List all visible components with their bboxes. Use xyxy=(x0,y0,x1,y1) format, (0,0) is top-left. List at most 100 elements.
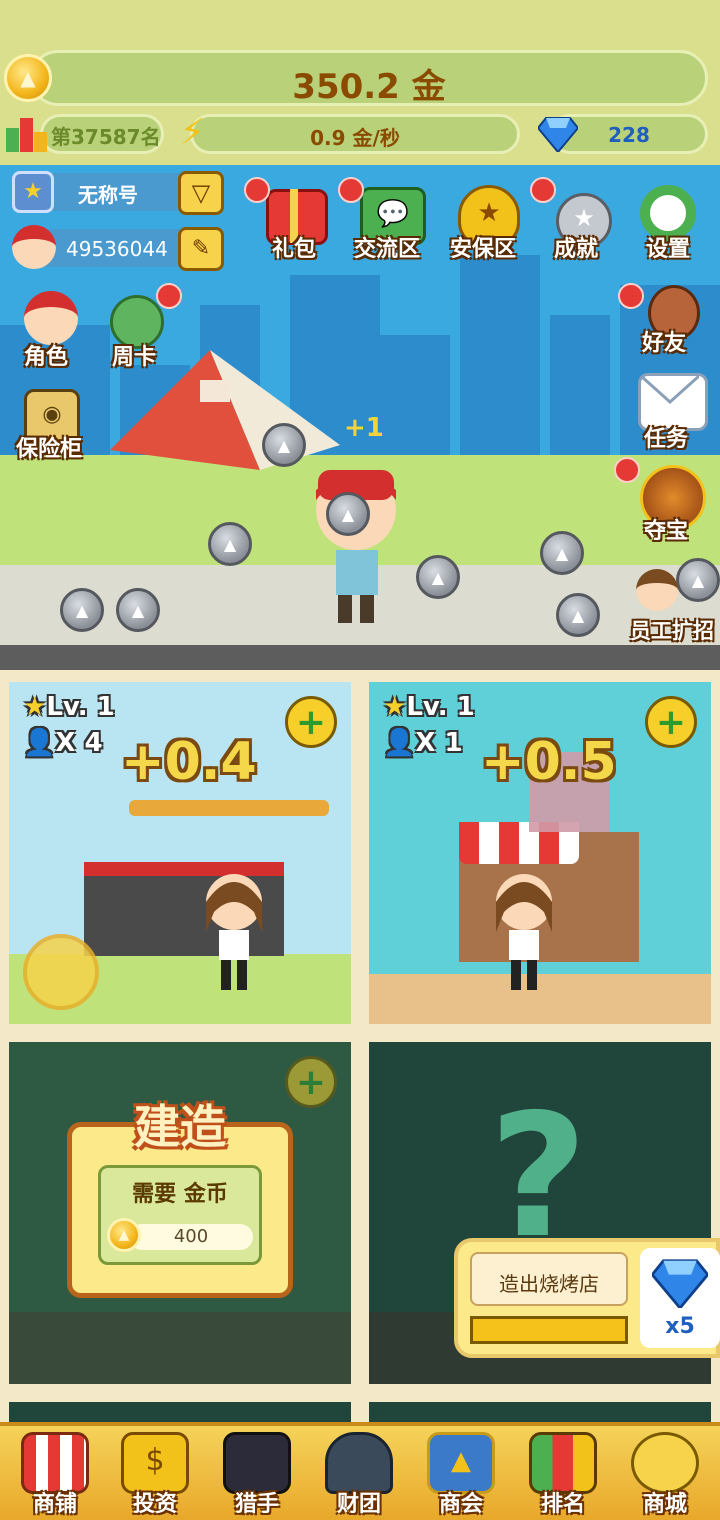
notification-badge xyxy=(156,283,182,309)
gold-amount: 350.2 金 xyxy=(292,67,446,107)
weekly-card-label: 周卡 xyxy=(112,345,157,370)
income-rate: 0.9 金/秒 xyxy=(310,126,400,150)
road-edge xyxy=(0,645,720,670)
rank-text: 第37587名 xyxy=(51,125,161,149)
shop-level: ★Lv. 1 xyxy=(383,692,475,722)
notification-badge xyxy=(618,283,644,309)
edit-name-button[interactable]: ✎ xyxy=(178,227,224,271)
nav-chamber[interactable]: ▲ 商会 xyxy=(418,1432,504,1518)
gem-reward-count: x5 xyxy=(665,1314,695,1339)
goal-label: 造出烧烤店 xyxy=(499,1272,599,1296)
title-badge-icon: ★ xyxy=(12,171,54,213)
upgrade-plus-button: + xyxy=(285,1056,337,1108)
bottom-navigation: 商铺 $ 投资 猎手 财团 ▲ 商会 排名 商城 xyxy=(0,1422,720,1520)
build-title: 建造 xyxy=(134,1100,226,1154)
mascot-helper-icon[interactable] xyxy=(23,934,99,1010)
player-id: 49536044 xyxy=(66,237,168,261)
staff-girl xyxy=(489,872,559,992)
notification-badge xyxy=(530,177,556,203)
nav-label: 财团 xyxy=(336,1492,381,1517)
consortium-icon xyxy=(325,1432,393,1494)
forum-label: 交流区 xyxy=(354,237,421,262)
settings-label: 设置 xyxy=(646,237,691,262)
silver-coin-icon[interactable]: ▲ xyxy=(326,492,370,536)
build-slot-card[interactable]: 建造 需要 金币 400 ▲ + xyxy=(9,1042,351,1384)
build-cost: 400 xyxy=(173,1226,209,1247)
silver-coin-icon[interactable]: ▲ xyxy=(116,588,160,632)
floating-bonus: +1 xyxy=(344,413,384,443)
nav-label: 排名 xyxy=(540,1492,585,1517)
nav-label: 商铺 xyxy=(32,1492,77,1517)
gold-coin-icon: ▲ xyxy=(4,54,52,102)
upgrade-plus-button[interactable]: + xyxy=(285,696,337,748)
hunters-icon xyxy=(223,1432,291,1494)
gem-reward: x5 xyxy=(640,1248,720,1348)
nav-consortium[interactable]: 财团 xyxy=(316,1432,402,1518)
silver-coin-icon[interactable]: ▲ xyxy=(416,555,460,599)
question-mark-icon: ? xyxy=(489,1078,588,1276)
mall-icon xyxy=(631,1432,699,1494)
silver-coin-icon[interactable]: ▲ xyxy=(262,423,306,467)
silver-coin-icon[interactable]: ▲ xyxy=(208,522,252,566)
gem-icon xyxy=(536,116,580,154)
tasks-button[interactable]: 任务 xyxy=(630,371,714,455)
nav-label: 投资 xyxy=(132,1492,177,1517)
achievements-label: 成就 xyxy=(554,237,599,262)
storefront-icon xyxy=(21,1432,89,1494)
nav-label: 商会 xyxy=(438,1492,483,1517)
avatar[interactable] xyxy=(12,225,56,269)
nav-mall[interactable]: 商城 xyxy=(622,1432,708,1518)
shop-level: ★Lv. 1 xyxy=(23,692,115,722)
treasure-label: 夺宝 xyxy=(644,519,689,544)
silver-coin-icon[interactable]: ▲ xyxy=(60,588,104,632)
characters-icon xyxy=(24,291,78,345)
security-zone-label: 安保区 xyxy=(450,237,517,262)
gold-balance-bar: 350.2 金 xyxy=(30,50,708,107)
title-field: 无称号 xyxy=(30,173,190,211)
shop-staff-count: 👤X 1 xyxy=(383,728,463,758)
silver-coin-icon[interactable]: ▲ xyxy=(540,531,584,575)
top-status-bar: 350.2 金 ▲ 第37587名 0.9 金/秒 ⚡ 228 xyxy=(0,0,720,165)
settings-button[interactable]: 设置 xyxy=(636,179,706,262)
goal-progress-bar xyxy=(470,1316,628,1344)
next-card-peek xyxy=(9,1402,351,1422)
notification-badge xyxy=(244,177,270,203)
silver-coin-icon[interactable]: ▲ xyxy=(556,593,600,637)
safe-box-button[interactable]: ◉ 保险柜 xyxy=(14,387,94,467)
nav-label: 猎手 xyxy=(234,1492,279,1517)
nav-ranking[interactable]: 排名 xyxy=(520,1432,606,1518)
build-requirement-label: 需要 金币 xyxy=(132,1182,228,1207)
nav-shops[interactable]: 商铺 xyxy=(12,1432,98,1518)
income-rate-bar: 0.9 金/秒 xyxy=(190,114,520,154)
gem-icon xyxy=(652,1259,708,1308)
characters-label: 角色 xyxy=(24,345,69,370)
player-character[interactable] xyxy=(306,460,406,625)
shop-card-bubble-tea[interactable]: ★Lv. 1 👤X 1 +0.5 + xyxy=(369,682,711,1024)
rank-bar[interactable]: 第37587名 xyxy=(40,114,164,154)
shop-income: +0.4 xyxy=(121,732,257,792)
treasure-button[interactable]: 夺宝 xyxy=(630,461,714,545)
staff-icon xyxy=(636,569,678,611)
goal-popup[interactable]: 造出烧烤店 x5 xyxy=(454,1238,720,1358)
game-scene: +1 ▲ ▲ ▲ ▲ ▲ ▲ ▲ ▲ ▲ 无称号 ★ ▽ 49536044 ✎ … xyxy=(0,165,720,670)
money-icon: $ xyxy=(121,1432,189,1494)
security-zone-button[interactable]: ★ 安保区 xyxy=(448,179,528,262)
build-panel[interactable]: 建造 需要 金币 400 ▲ xyxy=(67,1100,293,1298)
notification-badge xyxy=(338,177,364,203)
achievements-button[interactable]: ★ 成就 xyxy=(548,179,618,262)
shop-staff-count: 👤X 4 xyxy=(23,728,103,758)
shop-card-bbq[interactable]: ★Lv. 1 👤X 4 +0.4 + xyxy=(9,682,351,1024)
nav-hunters[interactable]: 猎手 xyxy=(214,1432,300,1518)
gift-pack-button[interactable]: 礼包 xyxy=(260,179,330,262)
characters-button[interactable]: 角色 xyxy=(14,285,94,370)
title-dropdown-button[interactable]: ▽ xyxy=(178,171,224,215)
tasks-label: 任务 xyxy=(644,427,689,452)
nav-label: 商城 xyxy=(642,1492,687,1517)
forum-button[interactable]: 💬 交流区 xyxy=(352,179,432,262)
hire-staff-button[interactable]: 员工扩招 xyxy=(626,565,720,649)
nickname: 无称号 xyxy=(78,183,138,207)
upgrade-plus-button[interactable]: + xyxy=(645,696,697,748)
nav-invest[interactable]: $ 投资 xyxy=(112,1432,198,1518)
friends-label: 好友 xyxy=(642,331,687,356)
hire-staff-label: 员工扩招 xyxy=(630,619,714,643)
